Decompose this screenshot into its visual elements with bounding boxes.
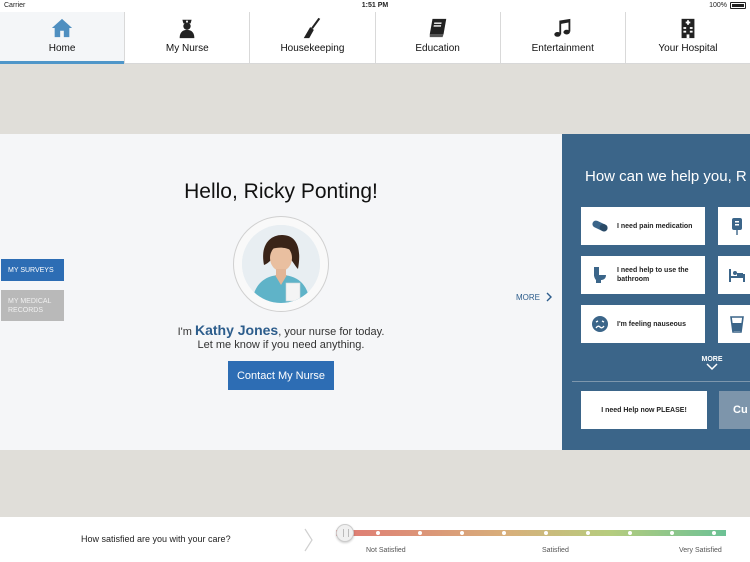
very-satisfied-label: Very Satisfied bbox=[679, 547, 722, 554]
tab-home-label: Home bbox=[48, 43, 76, 54]
iv-request-button[interactable] bbox=[718, 207, 750, 245]
tab-my-nurse[interactable]: My Nurse bbox=[125, 12, 251, 63]
nurse-intro: I'm Kathy Jones, your nurse for today. bbox=[0, 322, 562, 338]
nauseous-request-button[interactable]: I'm feeling nauseous bbox=[581, 305, 705, 343]
tab-housekeeping-label: Housekeeping bbox=[280, 43, 345, 54]
satisfaction-bar: How satisfied are you with your care? No… bbox=[0, 517, 750, 562]
help-panel: How can we help you, R I need pain medic… bbox=[562, 134, 750, 450]
tab-housekeeping[interactable]: Housekeeping bbox=[250, 12, 376, 63]
slider-step-dot bbox=[544, 531, 548, 535]
tab-education-label: Education bbox=[415, 43, 460, 54]
nurse-name[interactable]: Kathy Jones bbox=[195, 322, 278, 338]
pain-medication-request-button[interactable]: I need pain medication bbox=[581, 207, 705, 245]
nauseous-label: I'm feeling nauseous bbox=[617, 320, 686, 328]
nurse-icon bbox=[179, 19, 195, 39]
slider-step-dot bbox=[586, 531, 590, 535]
bathroom-help-request-button[interactable]: I need help to use the bathroom bbox=[581, 256, 705, 294]
music-note-icon bbox=[554, 18, 571, 37]
nauseous-face-icon bbox=[592, 316, 608, 332]
battery-icon bbox=[730, 2, 746, 9]
nurse-intro-prefix: I'm bbox=[177, 326, 192, 338]
chevron-right-icon bbox=[304, 528, 313, 552]
bathroom-help-label: I need help to use the bathroom bbox=[617, 267, 689, 283]
slider-step-dot bbox=[628, 531, 632, 535]
contact-my-nurse-button[interactable]: Contact My Nurse bbox=[228, 361, 334, 390]
tab-home[interactable]: Home bbox=[0, 12, 126, 64]
satisfaction-question: How satisfied are you with your care? bbox=[81, 534, 231, 544]
not-satisfied-label: Not Satisfied bbox=[366, 547, 406, 554]
water-request-button[interactable] bbox=[718, 305, 750, 343]
nurse-subline: Let me know if you need anything. bbox=[197, 339, 365, 351]
tab-entertainment[interactable]: Entertainment bbox=[501, 12, 626, 63]
nurse-portrait-icon bbox=[242, 225, 320, 303]
tab-your-hospital-label: Your Hospital bbox=[658, 43, 718, 54]
slider-step-dot bbox=[418, 531, 422, 535]
nurse-panel: MY SURVEYS MY MEDICAL RECORDS Hello, Ric… bbox=[0, 134, 562, 450]
pain-medication-label: I need pain medication bbox=[617, 222, 693, 230]
help-now-button[interactable]: I need Help now PLEASE! bbox=[581, 391, 707, 429]
toilet-icon bbox=[594, 267, 606, 283]
status-time: 1:51 PM bbox=[361, 2, 389, 9]
battery-indicator: 100% bbox=[709, 2, 746, 9]
book-icon bbox=[429, 18, 446, 38]
chevron-right-icon bbox=[546, 292, 552, 302]
more-nurse-label: MORE bbox=[516, 292, 540, 302]
slider-step-dot bbox=[712, 531, 716, 535]
tab-your-hospital[interactable]: Your Hospital bbox=[626, 12, 750, 63]
home-content: MY SURVEYS MY MEDICAL RECORDS Hello, Ric… bbox=[0, 134, 750, 450]
more-requests-link[interactable]: MORE bbox=[700, 356, 724, 373]
bed-request-button[interactable] bbox=[718, 256, 750, 294]
nurse-avatar-frame bbox=[233, 216, 329, 312]
satisfied-label: Satisfied bbox=[542, 547, 569, 554]
status-bar: Carrier 1:51 PM 100% bbox=[0, 0, 750, 12]
nurse-avatar bbox=[242, 225, 320, 303]
slider-step-dot bbox=[502, 531, 506, 535]
chevron-down-icon bbox=[706, 363, 718, 371]
tab-my-nurse-label: My Nurse bbox=[165, 43, 209, 54]
battery-percent: 100% bbox=[709, 2, 727, 9]
more-requests-label: MORE bbox=[701, 356, 723, 363]
slider-step-dot bbox=[460, 531, 464, 535]
tab-entertainment-label: Entertainment bbox=[531, 43, 594, 54]
main-tab-bar: Home My Nurse Housekeeping Education Ent… bbox=[0, 12, 750, 64]
satisfaction-slider-track[interactable] bbox=[336, 530, 726, 536]
pill-icon bbox=[592, 220, 608, 232]
my-medical-records-button[interactable]: MY MEDICAL RECORDS bbox=[1, 290, 64, 321]
hospital-bed-icon bbox=[729, 269, 745, 282]
hospital-building-icon bbox=[681, 18, 695, 39]
help-title: How can we help you, R bbox=[585, 168, 747, 185]
broom-icon bbox=[304, 17, 321, 39]
help-divider bbox=[572, 381, 750, 382]
home-icon bbox=[51, 18, 73, 38]
slider-step-dot bbox=[376, 531, 380, 535]
iv-bag-icon bbox=[732, 218, 742, 235]
tab-education[interactable]: Education bbox=[376, 12, 501, 63]
nurse-intro-suffix: , your nurse for today. bbox=[278, 326, 385, 338]
greeting-title: Hello, Ricky Ponting! bbox=[184, 180, 378, 203]
custom-request-button[interactable]: Cu bbox=[719, 391, 750, 429]
more-nurse-link[interactable]: MORE bbox=[516, 292, 552, 302]
my-surveys-button[interactable]: MY SURVEYS bbox=[1, 259, 64, 281]
slider-step-dot bbox=[670, 531, 674, 535]
water-glass-icon bbox=[730, 316, 744, 333]
satisfaction-slider-knob[interactable] bbox=[336, 524, 354, 542]
